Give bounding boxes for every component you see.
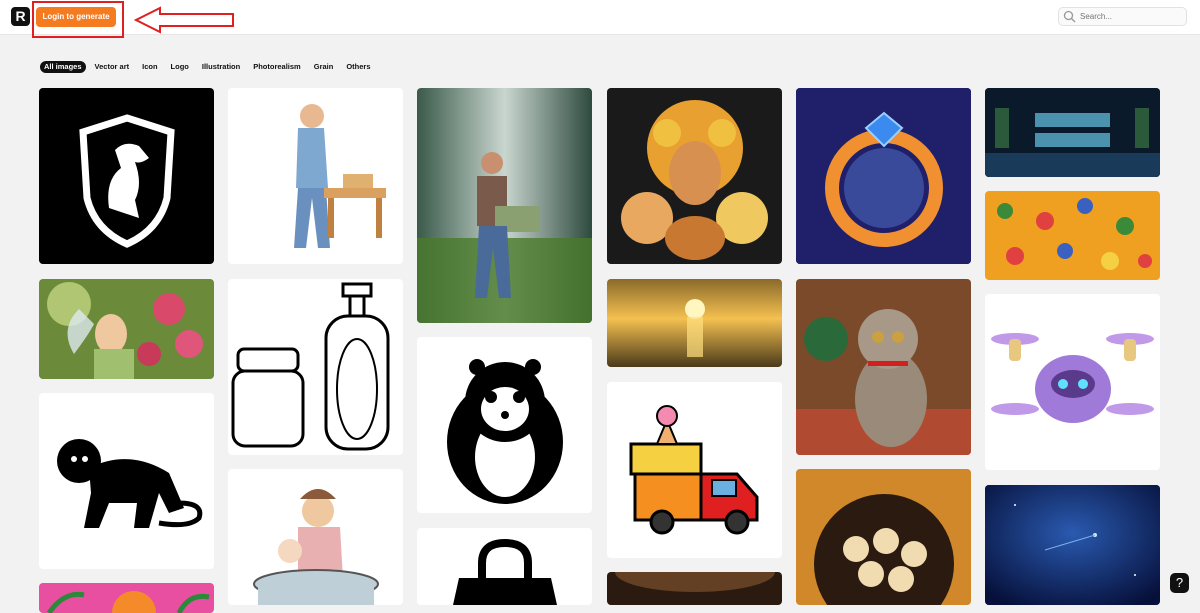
help-button[interactable]: ? (1170, 573, 1189, 593)
filter-chip-vector-art[interactable]: Vector art (91, 61, 134, 73)
gallery-image-purple-drone[interactable] (985, 294, 1160, 470)
highlight-box (32, 1, 124, 38)
gallery-image-carpenter[interactable] (228, 88, 403, 264)
gallery-image-gems-pattern[interactable] (985, 191, 1160, 280)
gallery-image-tabby-cat[interactable] (796, 279, 971, 455)
filter-chip-photorealism[interactable]: Photorealism (249, 61, 305, 73)
gallery-image-space-nebula[interactable] (985, 485, 1160, 605)
gallery-image-monkey[interactable] (39, 393, 214, 569)
gallery-image-pasta-sheep[interactable] (607, 88, 782, 264)
filter-chip-others[interactable]: Others (342, 61, 374, 73)
filter-chip-all-images[interactable]: All images (40, 61, 86, 73)
gallery-image-sea-sunset[interactable] (607, 279, 782, 367)
app-logo[interactable]: R (11, 7, 30, 26)
search-icon (1063, 10, 1076, 23)
filter-chip-logo[interactable]: Logo (167, 61, 193, 73)
gallery-image-handbag[interactable] (417, 528, 592, 605)
gallery-image-mother-baby[interactable] (228, 469, 403, 605)
filter-chip-grain[interactable]: Grain (310, 61, 338, 73)
gallery-image-glowing-ring[interactable] (796, 88, 971, 264)
gallery-image-jar-bottle[interactable] (228, 279, 403, 455)
gallery-image-palm-sunset[interactable] (39, 583, 214, 613)
gallery-image-fairy[interactable] (39, 279, 214, 379)
pointer-arrow-icon (134, 6, 234, 34)
gallery-image-asian-world[interactable] (985, 88, 1160, 177)
search-input[interactable] (1080, 9, 1180, 24)
search-box[interactable] (1058, 7, 1187, 26)
gallery-image-man-laptop[interactable] (417, 88, 592, 323)
gallery-image-hamster[interactable] (417, 337, 592, 513)
gallery-image-ice-cream-truck[interactable] (607, 382, 782, 558)
gallery-image-dumplings[interactable] (796, 469, 971, 605)
filter-chip-icon[interactable]: Icon (138, 61, 161, 73)
filter-bar: All images Vector art Icon Logo Illustra… (40, 61, 375, 73)
gallery-image-horse-logo[interactable] (39, 88, 214, 264)
gallery-image-dark-amber[interactable] (607, 572, 782, 605)
filter-chip-illustration[interactable]: Illustration (198, 61, 244, 73)
